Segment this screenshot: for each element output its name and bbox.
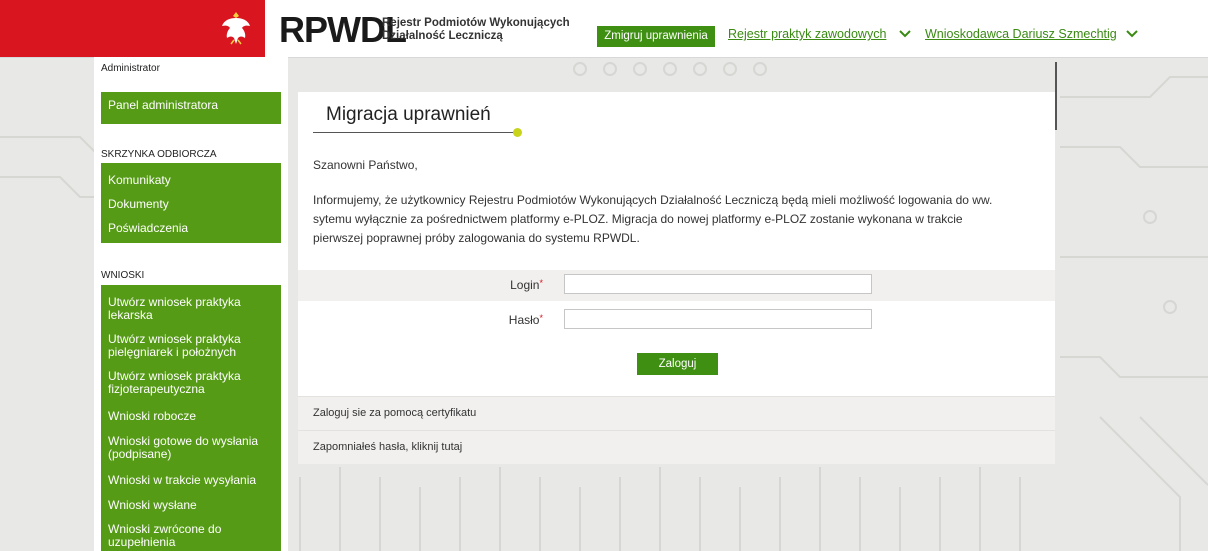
sidebar-item-label: Komunikaty: [108, 173, 171, 187]
sidebar-item-label: Wnioski zwrócone do uzupełnienia: [108, 522, 222, 549]
sidebar-item-returned[interactable]: Wnioski zwrócone do uzupełnienia: [101, 523, 281, 549]
sidebar-item-create-medical[interactable]: Utwórz wniosek praktyka lekarska: [101, 296, 281, 322]
sidebar-item-label: Dokumenty: [108, 197, 169, 211]
sidebar-item-sending[interactable]: Wnioski w trakcie wysyłania: [101, 474, 281, 487]
required-mark: *: [539, 278, 543, 288]
login-input[interactable]: [564, 274, 872, 294]
sidebar-item-create-physio[interactable]: Utwórz wniosek praktyka fizjoterapeutycz…: [101, 370, 281, 396]
sidebar-item-drafts[interactable]: Wnioski robocze: [101, 410, 281, 423]
sidebar-item-label: Utwórz wniosek praktyka lekarska: [108, 295, 241, 322]
requests-menu: Utwórz wniosek praktyka lekarska Utwórz …: [101, 285, 281, 551]
chevron-down-icon[interactable]: [1126, 29, 1138, 39]
sidebar-item-label: Wnioski robocze: [108, 409, 197, 423]
forgot-password-row[interactable]: Zapomniałeś hasła, kliknij tutaj: [298, 430, 1055, 464]
subtitle-line-2: Działalność Leczniczą: [382, 30, 503, 42]
sidebar-item-label: Wnioski wysłane: [108, 498, 197, 512]
password-row: Hasło*: [298, 305, 1055, 336]
cert-login-link[interactable]: Zaloguj sie za pomocą certyfikatu: [313, 407, 476, 419]
title-accent-dot: [513, 128, 522, 137]
login-label-text: Login: [510, 278, 540, 292]
title-underline: [313, 132, 517, 133]
sidebar-item-label: Wnioski w trakcie wysyłania: [108, 473, 257, 487]
password-input[interactable]: [564, 309, 872, 329]
sidebar-item-label: Poświadczenia: [108, 221, 189, 235]
sidebar-item-admin-panel[interactable]: Panel administratora: [101, 99, 281, 112]
user-dropdown-link[interactable]: Wnioskodawca Dariusz Szmechtig: [925, 27, 1117, 41]
registry-subtitle: Rejestr Podmiotów Wykonujących Działalno…: [382, 17, 570, 43]
info-line-1: Informujemy, że użytkownicy Rejestru Pod…: [313, 193, 993, 207]
poland-eagle-icon: [222, 12, 250, 45]
sidebar-item-certifications[interactable]: Poświadczenia: [101, 222, 281, 235]
section-title-requests: WNIOSKI: [101, 270, 145, 281]
sidebar-item-documents[interactable]: Dokumenty: [101, 198, 281, 211]
sidebar-item-label: Wnioski gotowe do wysłania (podpisane): [108, 434, 259, 461]
greeting-text: Szanowni Państwo,: [313, 158, 418, 172]
section-title-administrator: Administrator: [101, 63, 160, 74]
sidebar-item-label: Utwórz wniosek praktyka fizjoterapeutycz…: [108, 369, 241, 396]
subtitle-line-1: Rejestr Podmiotów Wykonujących: [382, 17, 570, 29]
info-line-3: pierwszej poprawnej próby zalogowania do…: [313, 231, 640, 245]
sidebar-item-create-nursing[interactable]: Utwórz wniosek praktyka pielęgniarek i p…: [101, 333, 281, 359]
sidebar-item-label: Utwórz wniosek praktyka pielęgniarek i p…: [108, 332, 241, 359]
required-mark: *: [539, 313, 543, 323]
sidebar-item-label: Panel administratora: [108, 98, 219, 112]
info-line-2: sytemu wyłącznie za pośrednictwem platfo…: [313, 212, 963, 226]
scrollbar[interactable]: [1055, 62, 1057, 130]
forgot-password-link[interactable]: Zapomniałeś hasła, kliknij tutaj: [313, 441, 462, 453]
info-paragraph: Informujemy, że użytkownicy Rejestru Pod…: [313, 191, 1043, 248]
sidebar: Administrator Panel administratora SKRZY…: [94, 57, 288, 551]
top-header: RPWDL Rejestr Podmiotów Wykonujących Dzi…: [0, 0, 1208, 58]
chevron-down-icon[interactable]: [899, 29, 911, 39]
password-label-text: Hasło: [508, 313, 540, 327]
login-button[interactable]: Zaloguj: [637, 353, 718, 375]
inbox-menu: Komunikaty Dokumenty Poświadczenia: [101, 163, 281, 243]
sidebar-item-messages[interactable]: Komunikaty: [101, 174, 281, 187]
sidebar-item-ready-to-send[interactable]: Wnioski gotowe do wysłania (podpisane): [101, 435, 281, 461]
admin-menu: Panel administratora: [101, 92, 281, 124]
page-title: Migracja uprawnień: [326, 104, 491, 125]
password-label: Hasło*: [298, 313, 543, 327]
login-row: Login*: [298, 270, 1055, 301]
sidebar-item-sent[interactable]: Wnioski wysłane: [101, 499, 281, 512]
migration-panel: Migracja uprawnień Szanowni Państwo, Inf…: [298, 92, 1055, 464]
registry-dropdown-link[interactable]: Rejestr praktyk zawodowych: [728, 27, 886, 41]
cert-login-row[interactable]: Zaloguj sie za pomocą certyfikatu: [298, 396, 1055, 430]
section-title-inbox: SKRZYNKA ODBIORCZA: [101, 149, 217, 160]
login-label: Login*: [298, 278, 543, 292]
migrate-permissions-button[interactable]: Zmigruj uprawnienia: [597, 26, 715, 47]
